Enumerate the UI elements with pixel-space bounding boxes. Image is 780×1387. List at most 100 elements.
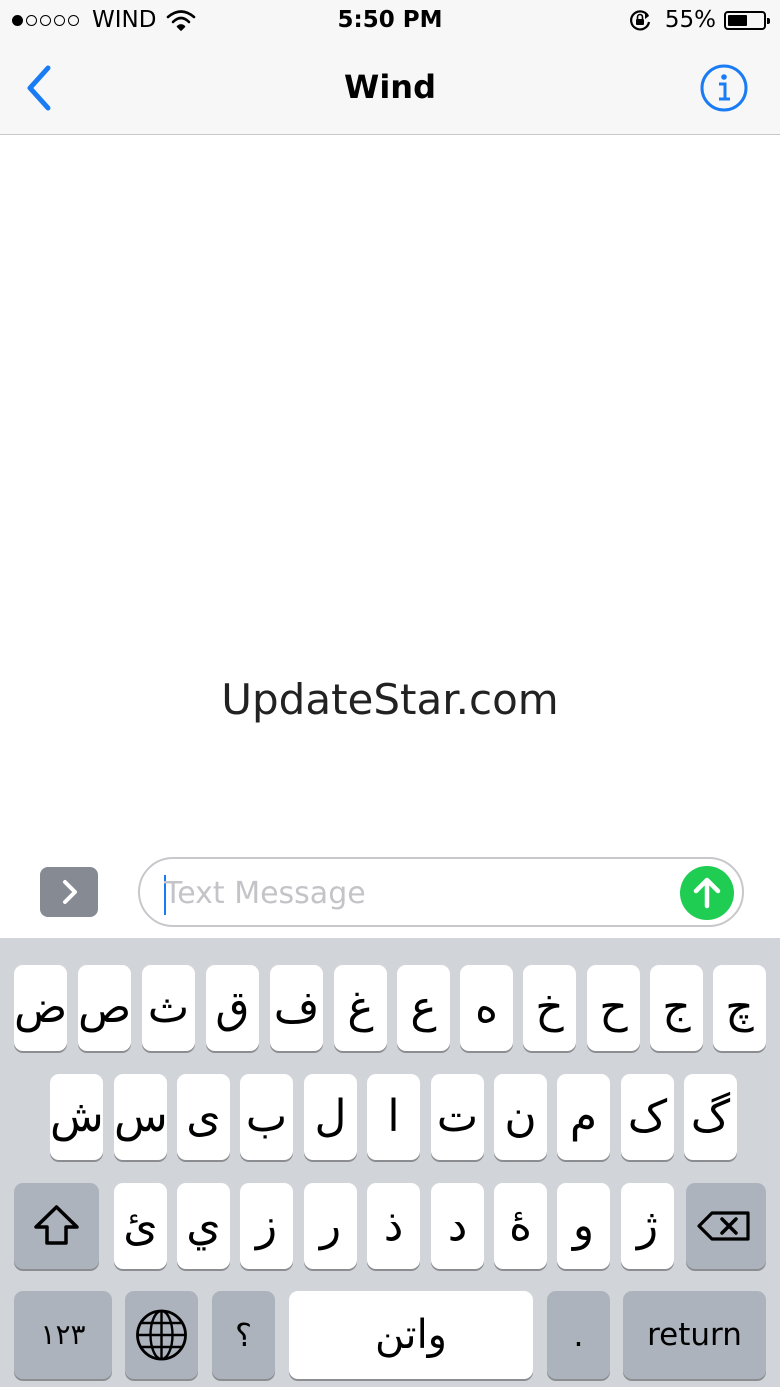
- messages-screen: WIND 5:50 PM 55% Wind UpdateStar.com Tex…: [0, 0, 780, 1387]
- key-label: ق: [215, 982, 250, 1033]
- key-label: ؟: [235, 1316, 252, 1354]
- key-letter[interactable]: ۀ: [494, 1183, 547, 1269]
- key-label: return: [647, 1317, 742, 1353]
- navigation-bar: Wind: [0, 42, 780, 135]
- key-letter[interactable]: ئ: [114, 1183, 167, 1269]
- globe-key[interactable]: [125, 1291, 198, 1379]
- shift-arrow-icon: [34, 1205, 79, 1245]
- key-label: ژ: [636, 1200, 659, 1251]
- key-label: ح: [599, 982, 628, 1033]
- key-label: ب: [245, 1091, 288, 1142]
- key-label: .: [573, 1316, 584, 1354]
- key-label: ل: [314, 1091, 347, 1142]
- key-letter[interactable]: ف: [270, 965, 323, 1051]
- key-letter[interactable]: ق: [206, 965, 259, 1051]
- delete-key[interactable]: [686, 1183, 766, 1269]
- key-label: ف: [273, 982, 320, 1033]
- key-label: ر: [319, 1200, 342, 1251]
- key-label: ج: [662, 982, 691, 1033]
- key-label: ی: [186, 1091, 221, 1142]
- key-letter[interactable]: ش: [50, 1074, 103, 1160]
- key-letter[interactable]: ر: [304, 1183, 357, 1269]
- key-label: س: [114, 1091, 167, 1142]
- key-letter[interactable]: ل: [304, 1074, 357, 1160]
- key-letter[interactable]: غ: [334, 965, 387, 1051]
- key-letter[interactable]: ه: [460, 965, 513, 1051]
- expand-apps-button[interactable]: [40, 867, 98, 917]
- text-message-input[interactable]: [164, 871, 664, 915]
- backspace-icon: [697, 1211, 750, 1241]
- key-letter[interactable]: د: [431, 1183, 484, 1269]
- key-letter[interactable]: ي: [177, 1183, 230, 1269]
- key-label: واتن: [374, 1312, 447, 1358]
- key-letter[interactable]: ن: [494, 1074, 547, 1160]
- send-button[interactable]: [680, 866, 734, 920]
- rotation-lock-icon: [629, 10, 650, 31]
- key-label: ۀ: [508, 1200, 533, 1251]
- key-label: ا: [387, 1091, 400, 1142]
- globe-icon: [136, 1309, 187, 1361]
- key-letter[interactable]: ص: [78, 965, 131, 1051]
- battery-icon: [724, 10, 770, 30]
- info-icon: [700, 64, 748, 112]
- key-letter[interactable]: ز: [240, 1183, 293, 1269]
- key-label: ز: [255, 1200, 278, 1251]
- key-letter[interactable]: ب: [240, 1074, 293, 1160]
- text-message-field[interactable]: [138, 857, 744, 927]
- status-bar: WIND 5:50 PM 55%: [0, 0, 780, 42]
- chevron-right-icon: [63, 880, 77, 904]
- status-right: 55%: [627, 7, 770, 33]
- key-label: ي: [186, 1200, 221, 1251]
- info-button[interactable]: [698, 62, 750, 114]
- key-letter[interactable]: و: [557, 1183, 610, 1269]
- key-letter[interactable]: ذ: [367, 1183, 420, 1269]
- key-letter[interactable]: ژ: [621, 1183, 674, 1269]
- battery-percent: 55%: [664, 7, 716, 33]
- arrow-up-icon: [693, 877, 721, 909]
- message-list[interactable]: UpdateStar.com: [0, 135, 780, 847]
- key-label: ت: [436, 1091, 479, 1142]
- key-letter[interactable]: ت: [431, 1074, 484, 1160]
- key-label: ک: [627, 1091, 668, 1142]
- key-label: چ: [725, 982, 754, 1033]
- key-label: ض: [14, 982, 67, 1033]
- key-label: ذ: [383, 1200, 404, 1251]
- key-letter[interactable]: ا: [367, 1074, 420, 1160]
- numbers-key[interactable]: ۱۲۳: [14, 1291, 112, 1379]
- message-input-bar: [0, 847, 780, 938]
- watermark-text: UpdateStar.com: [221, 675, 559, 724]
- key-label: و: [572, 1200, 595, 1251]
- key-letter[interactable]: ض: [14, 965, 67, 1051]
- persian-keyboard: ض ص ث ق ف غ ع ه خ ح ج چ ش س ی ب ل ا ت ن …: [0, 938, 780, 1387]
- key-label: ع: [410, 982, 437, 1033]
- key-label: خ: [535, 982, 564, 1033]
- key-label: ه: [474, 982, 499, 1033]
- key-letter[interactable]: س: [114, 1074, 167, 1160]
- key-letter[interactable]: چ: [713, 965, 766, 1051]
- key-letter[interactable]: ک: [621, 1074, 674, 1160]
- key-label: گ: [690, 1091, 731, 1142]
- return-key[interactable]: return: [623, 1291, 766, 1379]
- key-label: ئ: [123, 1200, 158, 1251]
- key-label: ۱۲۳: [40, 1318, 86, 1351]
- key-label: م: [569, 1091, 598, 1142]
- key-letter[interactable]: گ: [684, 1074, 737, 1160]
- key-letter[interactable]: ی: [177, 1074, 230, 1160]
- key-letter[interactable]: ح: [587, 965, 640, 1051]
- key-letter[interactable]: م: [557, 1074, 610, 1160]
- period-key[interactable]: .: [547, 1291, 610, 1379]
- key-letter[interactable]: ع: [397, 965, 450, 1051]
- conversation-title: Wind: [344, 68, 436, 106]
- key-label: ن: [504, 1091, 537, 1142]
- key-label: ث: [147, 982, 190, 1033]
- space-key[interactable]: واتن: [289, 1291, 533, 1379]
- key-letter[interactable]: ث: [142, 965, 195, 1051]
- key-label: د: [447, 1200, 468, 1251]
- key-label: غ: [347, 982, 374, 1033]
- key-label: ش: [50, 1091, 103, 1142]
- key-label: ص: [78, 982, 131, 1033]
- key-letter[interactable]: ج: [650, 965, 703, 1051]
- shift-key[interactable]: [14, 1183, 99, 1269]
- key-letter[interactable]: خ: [523, 965, 576, 1051]
- question-mark-key[interactable]: ؟: [212, 1291, 275, 1379]
